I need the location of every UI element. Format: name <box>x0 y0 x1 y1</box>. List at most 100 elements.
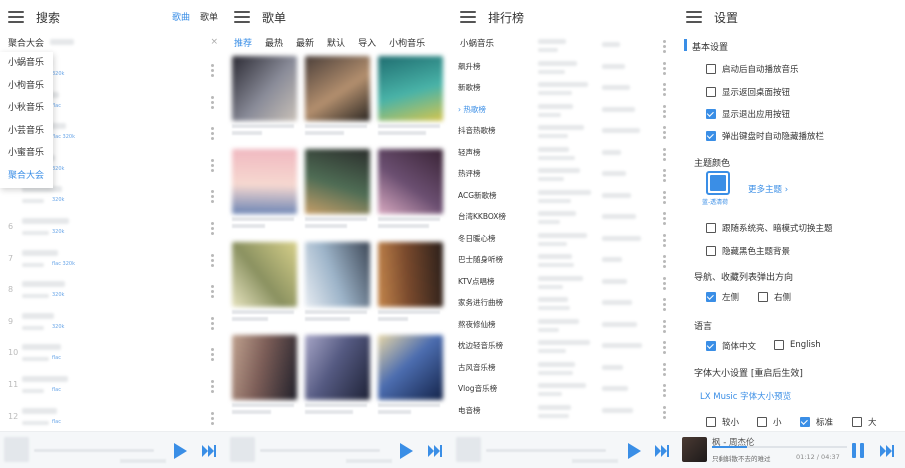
more-vert-icon[interactable] <box>663 384 666 397</box>
source-option[interactable]: 小秋音乐 <box>0 97 53 120</box>
tab-newest[interactable]: 最新 <box>296 36 314 49</box>
playlist-cover[interactable] <box>305 149 370 214</box>
tab-song[interactable]: 歌曲 <box>172 10 190 23</box>
play-icon[interactable] <box>400 443 413 459</box>
font-size-m[interactable]: 标准 <box>800 416 833 428</box>
menu-icon[interactable] <box>686 11 702 23</box>
album-cover[interactable] <box>230 437 255 462</box>
playlist-cover[interactable] <box>232 56 297 121</box>
album-cover[interactable] <box>682 437 707 462</box>
chart-song-row[interactable] <box>522 273 678 293</box>
chart-song-row[interactable] <box>522 402 678 422</box>
play-icon[interactable] <box>174 443 187 459</box>
more-vert-icon[interactable] <box>663 126 666 139</box>
setting-follow-system[interactable]: 跟随系统亮、暗模式切换主题 <box>706 222 833 234</box>
playlist-cover[interactable] <box>378 335 443 400</box>
pause-icon[interactable] <box>852 443 864 458</box>
progress-bar[interactable] <box>712 446 847 448</box>
menu-icon[interactable] <box>234 11 250 23</box>
playlist-cover[interactable] <box>305 335 370 400</box>
setting-hide-black-bg[interactable]: 隐藏黑色主题背景 <box>706 245 790 257</box>
chart-song-row[interactable] <box>522 316 678 336</box>
checkbox[interactable] <box>706 64 716 74</box>
setting-exit-button[interactable]: 显示退出应用按钮 <box>706 108 790 120</box>
progress-bar[interactable] <box>486 449 606 452</box>
progress-bar[interactable] <box>34 449 154 452</box>
source-selector[interactable]: 聚合大会 × <box>0 34 226 50</box>
playlist-cover[interactable] <box>378 56 443 121</box>
chart-song-row[interactable] <box>522 208 678 228</box>
direction-left[interactable]: 左侧 <box>706 291 739 303</box>
skip-next-icon[interactable] <box>428 445 442 457</box>
font-size-s[interactable]: 小 <box>757 416 782 428</box>
playlist-cover[interactable] <box>378 242 443 307</box>
setting-back-button[interactable]: 显示返回桌面按钮 <box>706 86 790 98</box>
checkbox[interactable] <box>758 292 768 302</box>
checkbox[interactable] <box>706 341 716 351</box>
chart-song-row[interactable] <box>522 337 678 357</box>
chart-song-row[interactable] <box>522 165 678 185</box>
more-vert-icon[interactable] <box>211 64 214 77</box>
chart-song-row[interactable] <box>522 122 678 142</box>
more-vert-icon[interactable] <box>663 61 666 75</box>
source-option[interactable]: 小蜗音乐 <box>0 52 53 75</box>
board-item[interactable]: Vlog音乐榜 <box>452 378 520 400</box>
source-option[interactable]: 小芸音乐 <box>0 120 53 143</box>
board-item[interactable]: KTV点唱榜 <box>452 271 520 293</box>
checkbox[interactable] <box>774 340 784 350</box>
skip-next-icon[interactable] <box>880 445 894 457</box>
more-vert-icon[interactable] <box>211 222 214 235</box>
setting-hide-player[interactable]: 弹出键盘时自动隐藏播放栏 <box>706 130 824 142</box>
menu-icon[interactable] <box>8 11 24 23</box>
playlist-cover[interactable] <box>232 149 297 214</box>
more-vert-icon[interactable] <box>663 276 666 290</box>
more-vert-icon[interactable] <box>663 405 666 419</box>
source-option[interactable]: 小枸音乐 <box>0 75 53 98</box>
chart-song-row[interactable] <box>522 101 678 121</box>
close-icon[interactable]: × <box>210 37 218 47</box>
board-item[interactable]: 轻声榜 <box>452 142 520 164</box>
more-vert-icon[interactable] <box>211 285 214 299</box>
more-vert-icon[interactable] <box>211 253 214 267</box>
more-vert-icon[interactable] <box>663 40 666 53</box>
source-option-selected[interactable]: 聚合大会 <box>0 165 53 188</box>
checkbox[interactable] <box>706 87 716 97</box>
board-item[interactable]: 飙升榜 <box>452 56 520 78</box>
song-row[interactable]: 9 320k <box>0 307 226 339</box>
tab-playlist[interactable]: 歌单 <box>200 10 218 23</box>
more-themes-link[interactable]: 更多主题 › <box>748 183 788 195</box>
chart-song-row[interactable] <box>522 380 678 400</box>
tab-source[interactable]: 小枸音乐 <box>389 36 425 49</box>
board-item[interactable]: 冬日暖心榜 <box>452 228 520 250</box>
theme-swatch[interactable] <box>706 171 730 195</box>
setting-autoplay[interactable]: 启动后自动播放音乐 <box>706 63 799 75</box>
skip-next-icon[interactable] <box>202 445 216 457</box>
song-row[interactable]: 10 flac <box>0 338 226 370</box>
progress-bar[interactable] <box>260 449 380 452</box>
checkbox[interactable] <box>852 417 862 427</box>
more-vert-icon[interactable] <box>663 83 666 96</box>
chart-song-row[interactable] <box>522 36 678 56</box>
board-item[interactable]: 电音榜 <box>452 400 520 422</box>
song-row[interactable]: 7 flac 320k <box>0 244 226 276</box>
chart-song-row[interactable] <box>522 251 678 271</box>
song-row[interactable]: 6 320k <box>0 212 226 244</box>
font-size-l[interactable]: 大 <box>852 416 877 428</box>
language-en[interactable]: English <box>774 340 821 350</box>
checkbox[interactable] <box>706 417 716 427</box>
checkbox[interactable] <box>706 292 716 302</box>
menu-icon[interactable] <box>460 11 476 23</box>
checkbox[interactable] <box>706 246 716 256</box>
more-vert-icon[interactable] <box>663 190 666 204</box>
tab-default[interactable]: 默认 <box>327 36 345 49</box>
checkbox[interactable] <box>706 131 716 141</box>
chart-song-row[interactable] <box>522 187 678 207</box>
more-vert-icon[interactable] <box>663 233 666 247</box>
more-vert-icon[interactable] <box>663 169 666 182</box>
board-source[interactable]: 小蜗音乐 <box>452 34 520 56</box>
board-item[interactable]: 抖音热歌榜 <box>452 120 520 142</box>
source-option[interactable]: 小蜜音乐 <box>0 142 53 165</box>
tab-import[interactable]: 导入 <box>358 36 376 49</box>
chart-song-row[interactable] <box>522 144 678 164</box>
playlist-cover[interactable] <box>232 335 297 400</box>
